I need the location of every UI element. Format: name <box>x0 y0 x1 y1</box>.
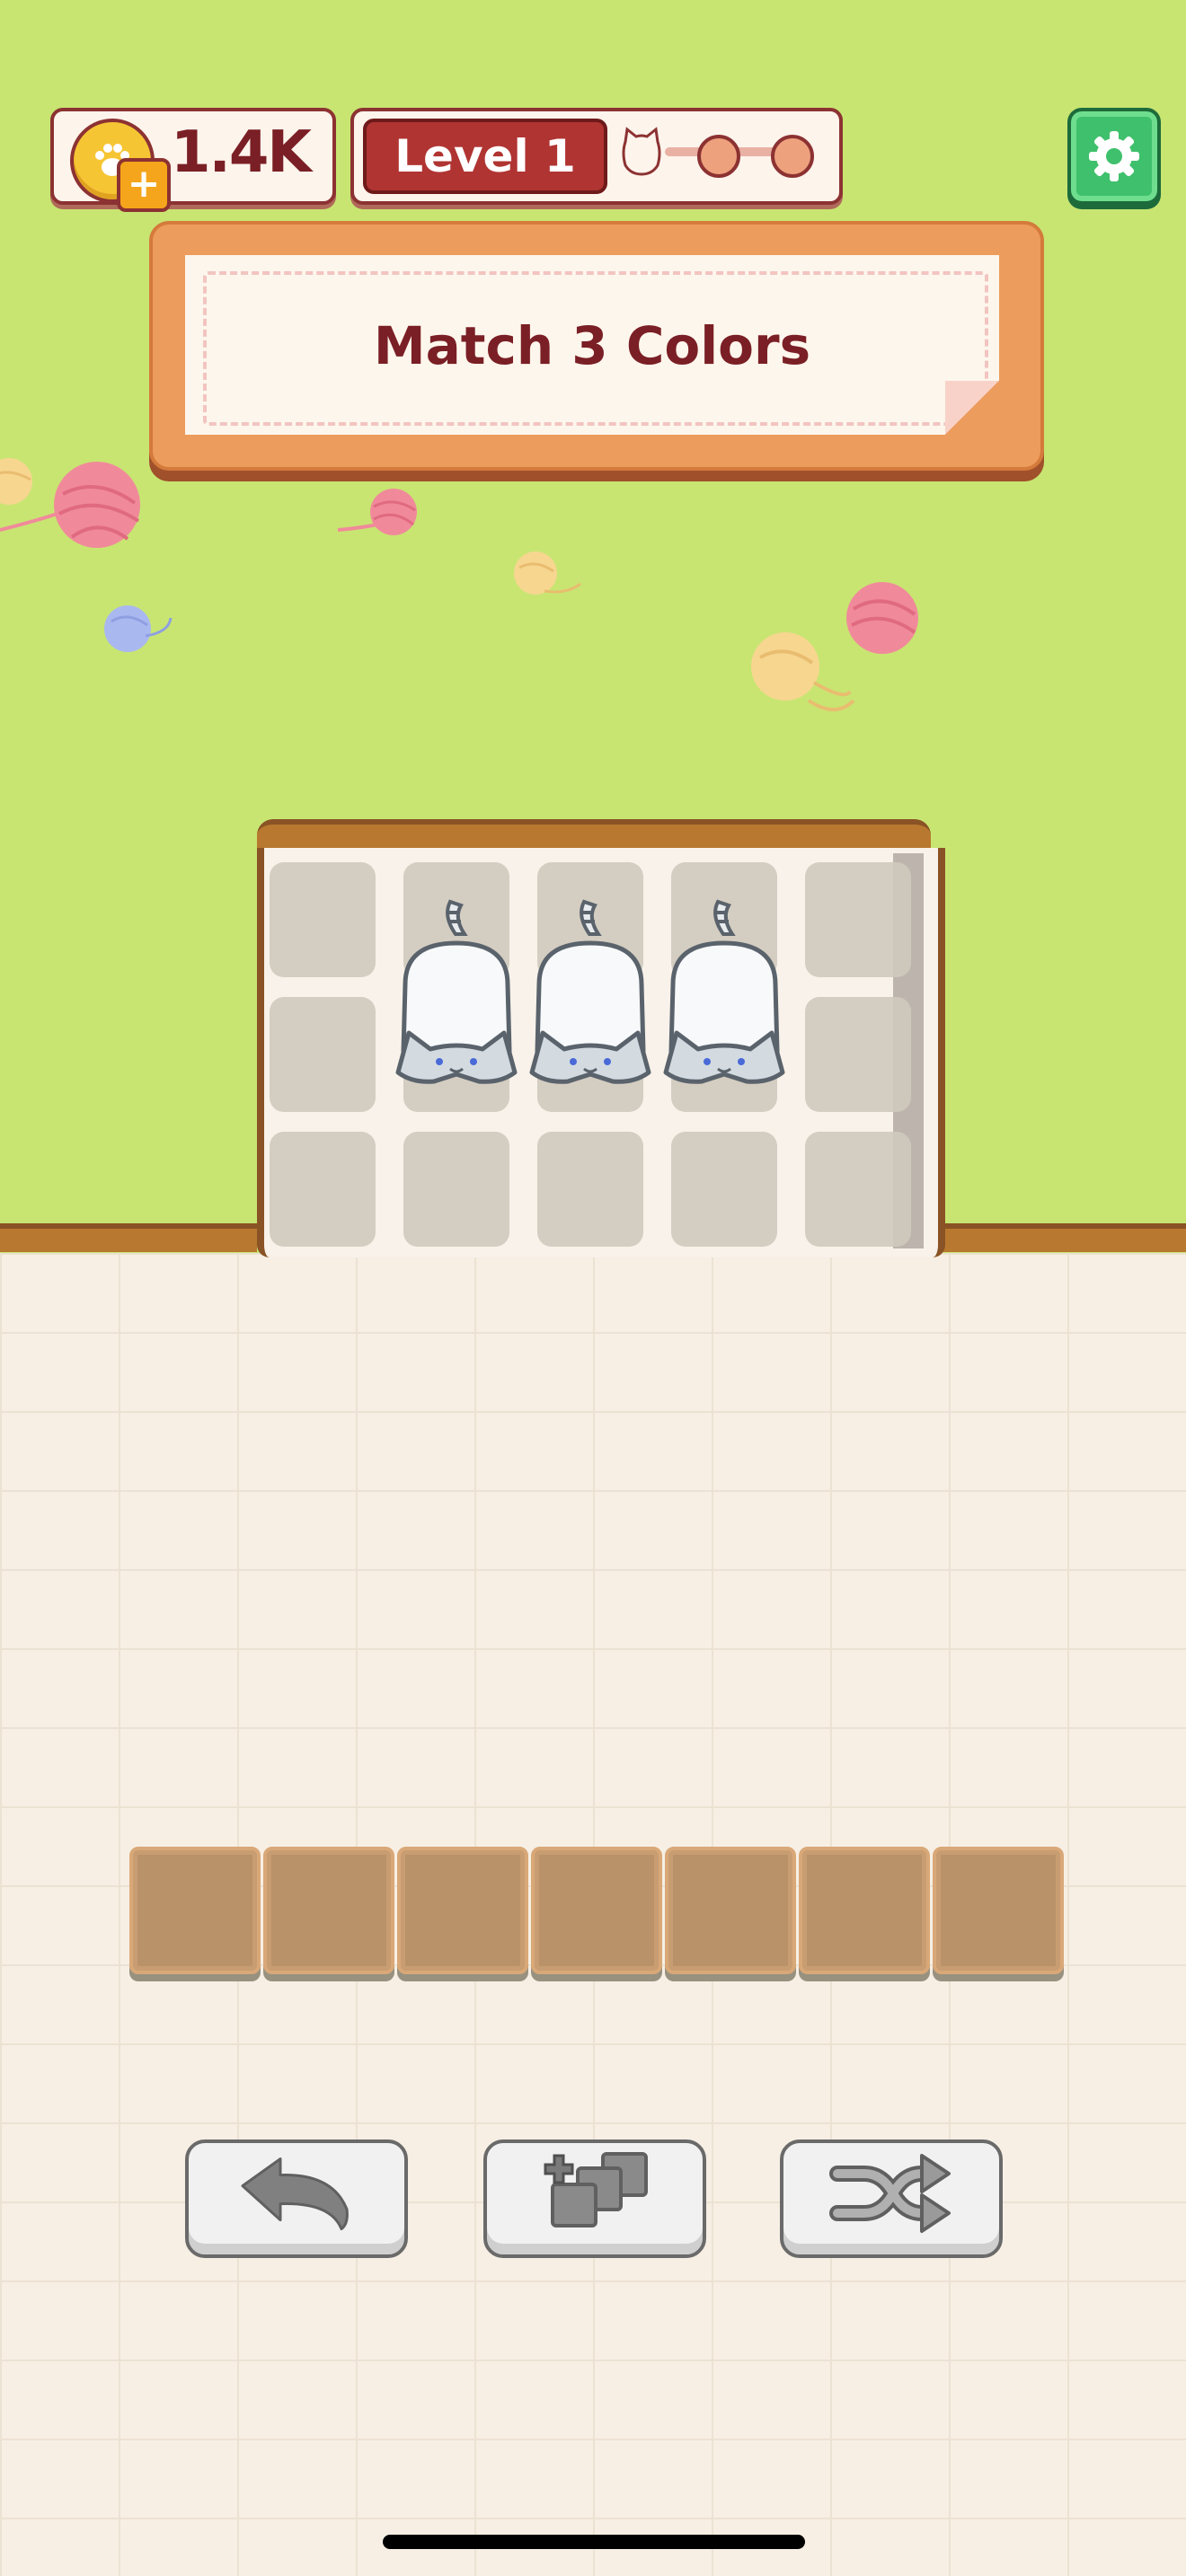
yarn-ball-icon <box>0 458 32 505</box>
yarn-balls-decoration <box>0 458 918 711</box>
yarn-ball-icon <box>846 582 918 654</box>
settings-button[interactable] <box>1067 108 1161 205</box>
board-cell <box>403 1132 509 1247</box>
yarn-ball-icon <box>514 551 581 595</box>
yarn-ball-icon <box>104 605 173 652</box>
white-cat-icon <box>663 899 785 1084</box>
banner-page-fold <box>945 381 999 435</box>
add-coins-button[interactable]: + <box>117 158 171 212</box>
shuffle-button[interactable] <box>780 2139 1003 2258</box>
shuffle-icon <box>829 2154 951 2233</box>
white-cat-icon <box>529 899 651 1084</box>
board-cell <box>671 1132 777 1247</box>
tray-slot <box>531 1847 662 1974</box>
cat-piece[interactable] <box>389 898 524 1087</box>
objective-text: Match 3 Colors <box>373 315 811 376</box>
board-cell <box>805 862 911 977</box>
coin-amount: 1.4K <box>171 119 312 186</box>
level-stage-dot <box>697 135 740 178</box>
gear-icon <box>1089 131 1139 181</box>
cat-piece[interactable] <box>657 898 792 1087</box>
tray-slot <box>665 1847 796 1974</box>
board-cell <box>805 1132 911 1247</box>
board-cell <box>270 1132 376 1247</box>
tray-slot <box>397 1847 528 1974</box>
lawn-edge-left <box>0 1223 257 1252</box>
level-label: Level 1 <box>363 119 607 194</box>
tray-slot <box>129 1847 261 1974</box>
undo-button[interactable] <box>185 2139 408 2258</box>
cat-piece[interactable] <box>523 898 658 1087</box>
home-indicator[interactable] <box>383 2535 805 2549</box>
tray-slot <box>933 1847 1064 1974</box>
level-stage-dot <box>771 135 814 178</box>
white-cat-icon <box>395 899 518 1084</box>
yarn-ball-icon <box>337 489 417 535</box>
undo-arrow-icon <box>241 2157 349 2231</box>
tray-slot <box>799 1847 930 1974</box>
lawn-edge-right <box>929 1223 1186 1252</box>
yarn-ball-icon <box>751 632 855 711</box>
add-slot-button[interactable] <box>483 2139 706 2258</box>
tray-slot <box>263 1847 394 1974</box>
board-cell <box>270 862 376 977</box>
cat-head-stage-icon <box>622 127 661 176</box>
board-cell <box>270 997 376 1112</box>
board-cell <box>537 1132 643 1247</box>
board-cell <box>805 997 911 1112</box>
add-tiles-icon <box>544 2152 648 2228</box>
